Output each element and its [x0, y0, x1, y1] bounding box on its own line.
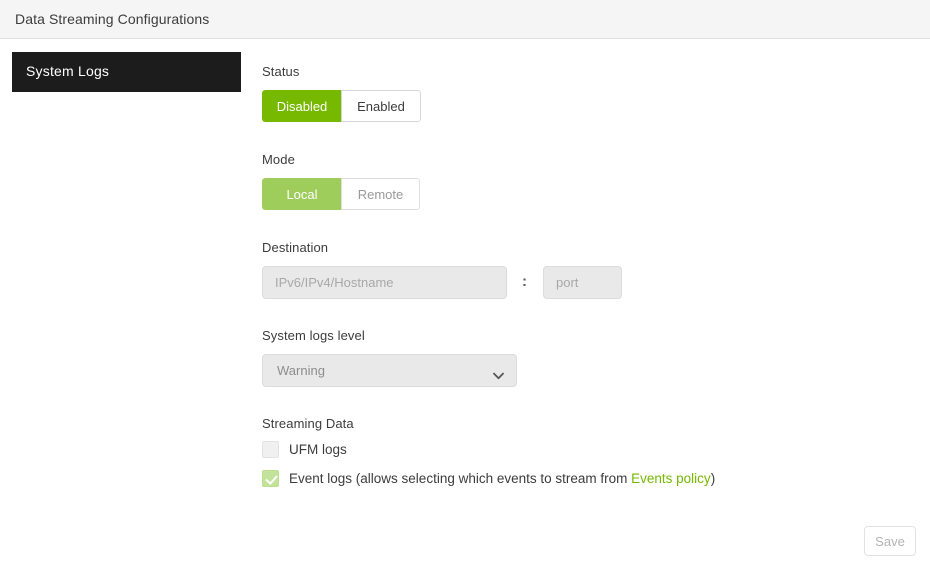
status-toggle-group[interactable]: Disabled Enabled: [262, 90, 421, 122]
page-title: Data Streaming Configurations: [15, 11, 209, 27]
event-logs-label-text: Event logs (allows selecting which event…: [289, 471, 631, 486]
events-policy-link[interactable]: Events policy: [631, 471, 711, 486]
destination-port-input[interactable]: [543, 266, 622, 299]
sidebar-item-system-logs[interactable]: System Logs: [12, 52, 241, 92]
status-toggle-disabled[interactable]: Disabled: [262, 90, 341, 122]
mode-label: Mode: [262, 152, 295, 167]
chevron-down-icon: [493, 367, 504, 375]
status-label: Status: [262, 64, 299, 79]
system-logs-level-value: Warning: [277, 363, 325, 378]
streaming-data-row-ufm-logs[interactable]: UFM logs: [262, 441, 347, 458]
status-toggle-enabled[interactable]: Enabled: [341, 90, 421, 122]
data-streaming-configurations-page: Data Streaming Configurations System Log…: [0, 0, 930, 568]
event-logs-label: Event logs (allows selecting which event…: [289, 471, 715, 486]
ufm-logs-label: UFM logs: [289, 442, 347, 457]
mode-toggle-group[interactable]: Local Remote: [262, 178, 420, 210]
save-button[interactable]: Save: [864, 526, 916, 556]
destination-host-input[interactable]: [262, 266, 507, 299]
streaming-data-row-event-logs[interactable]: Event logs (allows selecting which event…: [262, 470, 715, 487]
system-logs-level-select-box[interactable]: Warning: [262, 354, 517, 387]
page-header: Data Streaming Configurations: [0, 0, 930, 39]
sidebar-item-label: System Logs: [26, 63, 109, 79]
ufm-logs-checkbox[interactable]: [262, 441, 279, 458]
main-content: Status Disabled Enabled Mode Local Remot…: [254, 40, 930, 568]
destination-separator: :: [522, 273, 527, 290]
destination-label: Destination: [262, 240, 328, 255]
event-logs-checkbox[interactable]: [262, 470, 279, 487]
sidebar: System Logs: [0, 40, 254, 568]
event-logs-label-suffix: ): [711, 471, 716, 486]
mode-toggle-local[interactable]: Local: [262, 178, 341, 210]
streaming-data-label: Streaming Data: [262, 416, 354, 431]
system-logs-level-select[interactable]: Warning: [262, 354, 517, 387]
system-logs-level-label: System logs level: [262, 328, 365, 343]
mode-toggle-remote[interactable]: Remote: [341, 178, 420, 210]
